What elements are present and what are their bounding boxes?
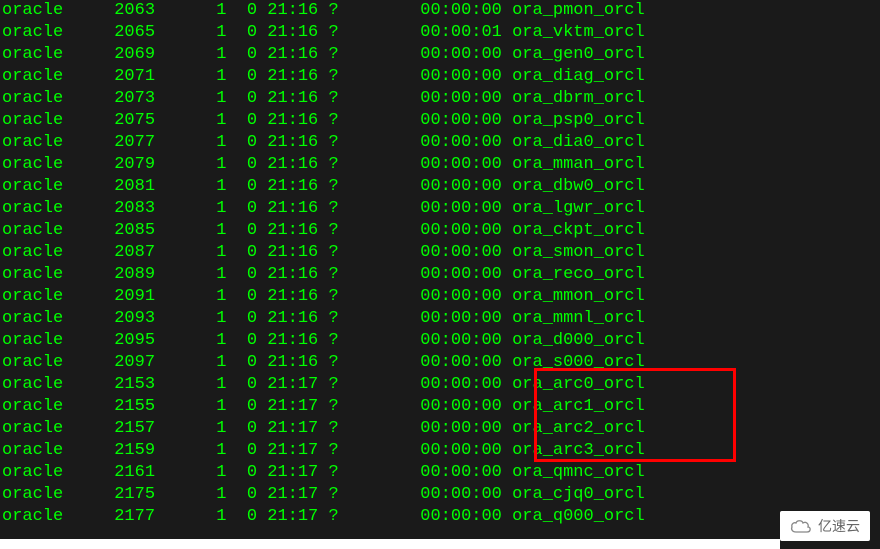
- process-row: oracle 2081 1 0 21:16 ? 00:00:00 ora_dbw…: [2, 176, 878, 198]
- bottom-border: [0, 539, 780, 549]
- process-row: oracle 2175 1 0 21:17 ? 00:00:00 ora_cjq…: [2, 484, 878, 506]
- process-row: oracle 2093 1 0 21:16 ? 00:00:00 ora_mmn…: [2, 308, 878, 330]
- process-row: oracle 2073 1 0 21:16 ? 00:00:00 ora_dbr…: [2, 88, 878, 110]
- process-row: oracle 2069 1 0 21:16 ? 00:00:00 ora_gen…: [2, 44, 878, 66]
- process-row: oracle 2089 1 0 21:16 ? 00:00:00 ora_rec…: [2, 264, 878, 286]
- process-row: oracle 2087 1 0 21:16 ? 00:00:00 ora_smo…: [2, 242, 878, 264]
- terminal-output: oracle 2063 1 0 21:16 ? 00:00:00 ora_pmo…: [0, 0, 880, 528]
- process-row: oracle 2155 1 0 21:17 ? 00:00:00 ora_arc…: [2, 396, 878, 418]
- process-row: oracle 2063 1 0 21:16 ? 00:00:00 ora_pmo…: [2, 0, 878, 22]
- process-row: oracle 2157 1 0 21:17 ? 00:00:00 ora_arc…: [2, 418, 878, 440]
- process-row: oracle 2161 1 0 21:17 ? 00:00:00 ora_qmn…: [2, 462, 878, 484]
- process-row: oracle 2075 1 0 21:16 ? 00:00:00 ora_psp…: [2, 110, 878, 132]
- process-row: oracle 2065 1 0 21:16 ? 00:00:01 ora_vkt…: [2, 22, 878, 44]
- process-row: oracle 2159 1 0 21:17 ? 00:00:00 ora_arc…: [2, 440, 878, 462]
- process-row: oracle 2153 1 0 21:17 ? 00:00:00 ora_arc…: [2, 374, 878, 396]
- process-row: oracle 2085 1 0 21:16 ? 00:00:00 ora_ckp…: [2, 220, 878, 242]
- process-row: oracle 2083 1 0 21:16 ? 00:00:00 ora_lgw…: [2, 198, 878, 220]
- process-row: oracle 2097 1 0 21:16 ? 00:00:00 ora_s00…: [2, 352, 878, 374]
- process-row: oracle 2177 1 0 21:17 ? 00:00:00 ora_q00…: [2, 506, 878, 528]
- process-row: oracle 2095 1 0 21:16 ? 00:00:00 ora_d00…: [2, 330, 878, 352]
- cloud-icon: [790, 519, 812, 533]
- watermark-text: 亿速云: [818, 515, 860, 537]
- process-row: oracle 2071 1 0 21:16 ? 00:00:00 ora_dia…: [2, 66, 878, 88]
- watermark: 亿速云: [780, 511, 870, 541]
- process-row: oracle 2077 1 0 21:16 ? 00:00:00 ora_dia…: [2, 132, 878, 154]
- process-row: oracle 2091 1 0 21:16 ? 00:00:00 ora_mmo…: [2, 286, 878, 308]
- process-row: oracle 2079 1 0 21:16 ? 00:00:00 ora_mma…: [2, 154, 878, 176]
